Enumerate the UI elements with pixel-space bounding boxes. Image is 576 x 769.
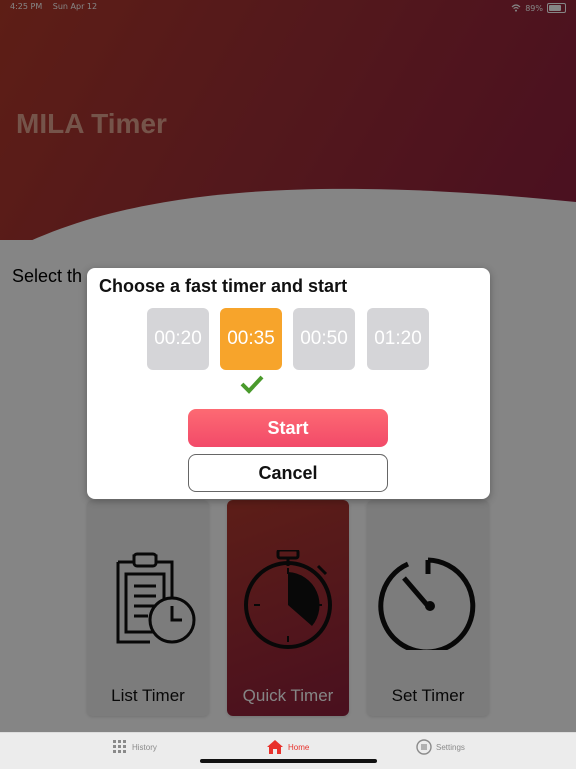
home-indicator	[200, 759, 377, 763]
timer-option-0120[interactable]: 01:20	[367, 308, 429, 370]
tab-history-label: History	[132, 742, 157, 752]
timer-option-0050[interactable]: 00:50	[293, 308, 355, 370]
selected-check-icon	[240, 375, 264, 394]
quick-timer-dialog: Choose a fast timer and start 00:20 00:3…	[87, 268, 490, 499]
tab-settings-label: Settings	[436, 742, 465, 752]
tab-home[interactable]: Home	[266, 739, 309, 755]
start-button[interactable]: Start	[188, 409, 388, 447]
tab-home-label: Home	[288, 742, 310, 752]
select-label: Select th	[12, 266, 83, 286]
cancel-button[interactable]: Cancel	[188, 454, 388, 492]
tab-bar: History Home Settings	[0, 732, 576, 769]
settings-icon	[416, 739, 432, 755]
tab-history[interactable]: History	[112, 739, 157, 755]
home-icon	[267, 740, 283, 754]
timer-option-0020[interactable]: 00:20	[147, 308, 209, 370]
grid-icon	[113, 740, 126, 753]
timer-option-0035[interactable]: 00:35	[220, 308, 282, 370]
tab-settings[interactable]: Settings	[416, 739, 465, 755]
app-screen: 4:25 PM Sun Apr 12 89% MILA Timer Select…	[0, 0, 576, 769]
dialog-title: Choose a fast timer and start	[99, 276, 348, 296]
